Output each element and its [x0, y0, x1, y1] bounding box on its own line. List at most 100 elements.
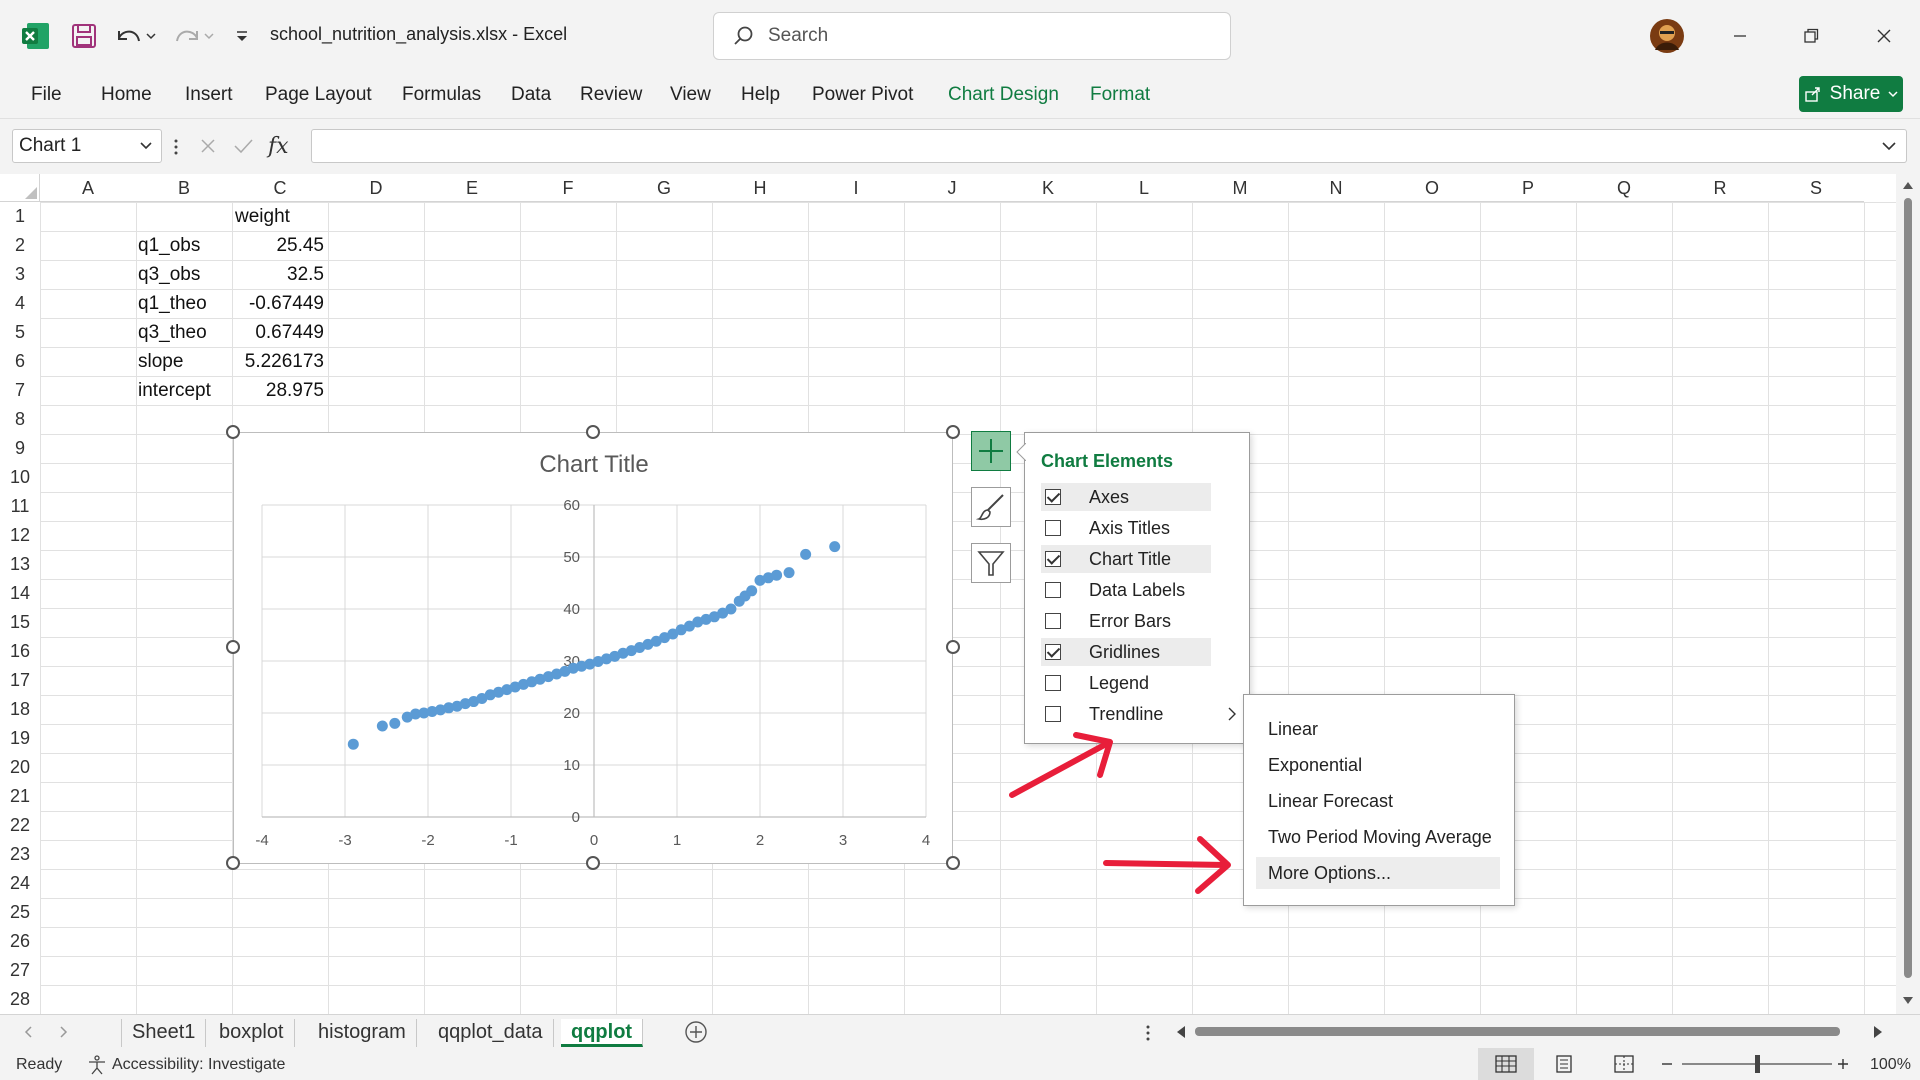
tab-data[interactable]: Data [511, 84, 551, 106]
column-header-Q[interactable]: Q [1576, 174, 1672, 202]
row-header-9[interactable]: 9 [0, 434, 40, 463]
scroll-right-icon[interactable] [1872, 1025, 1884, 1039]
sheet-tab-qqplot-data[interactable]: qqplot_data [428, 1019, 554, 1047]
menu-item-linear[interactable]: Linear [1256, 713, 1500, 745]
cell-B3[interactable]: q3_obs [138, 260, 200, 289]
cell-C1[interactable]: weight [235, 202, 290, 231]
column-header-B[interactable]: B [136, 174, 232, 202]
chart-element-data-labels[interactable]: Data Labels [1041, 576, 1211, 604]
name-box[interactable]: Chart 1 [12, 129, 162, 163]
legend-checkbox[interactable] [1045, 675, 1061, 691]
page-layout-view-icon[interactable] [1553, 1055, 1575, 1073]
column-header-P[interactable]: P [1480, 174, 1576, 202]
zoom-slider[interactable] [1682, 1055, 1832, 1073]
menu-item-more-options[interactable]: More Options... [1256, 857, 1500, 889]
sheet-tab-boxplot[interactable]: boxplot [209, 1019, 295, 1047]
resize-handle-right[interactable] [946, 640, 960, 654]
chevron-down-icon[interactable] [137, 136, 155, 154]
data-point[interactable] [725, 603, 737, 615]
column-header-C[interactable]: C [232, 174, 328, 202]
row-header-25[interactable]: 25 [0, 898, 40, 927]
horizontal-scroll-thumb[interactable] [1195, 1027, 1840, 1036]
row-header-15[interactable]: 15 [0, 608, 40, 637]
row-header-23[interactable]: 23 [0, 840, 40, 869]
column-header-O[interactable]: O [1384, 174, 1480, 202]
row-header-21[interactable]: 21 [0, 782, 40, 811]
save-icon[interactable] [66, 18, 102, 54]
column-header-A[interactable]: A [40, 174, 136, 202]
row-header-19[interactable]: 19 [0, 724, 40, 753]
row-header-27[interactable]: 27 [0, 956, 40, 985]
chart-area[interactable]: Chart Title -4 -3 -2 -1 0 1 2 3 4 0 10 20 30 40 50 60 [233, 432, 953, 864]
more-options-icon[interactable] [172, 137, 184, 157]
chart-filters-button[interactable] [971, 543, 1011, 583]
redo-icon[interactable] [168, 18, 218, 54]
avatar[interactable] [1648, 18, 1686, 54]
chart-elements-button[interactable] [971, 431, 1011, 471]
status-accessibility[interactable]: Accessibility: Investigate [112, 1056, 285, 1074]
column-header-J[interactable]: J [904, 174, 1000, 202]
page-break-preview-icon[interactable] [1613, 1055, 1635, 1073]
column-header-N[interactable]: N [1288, 174, 1384, 202]
vertical-scroll-thumb[interactable] [1904, 198, 1912, 978]
row-header-5[interactable]: 5 [0, 318, 40, 347]
axes-checkbox[interactable] [1045, 489, 1061, 505]
resize-handle-top-left[interactable] [226, 425, 240, 439]
tab-help[interactable]: Help [741, 84, 780, 106]
row-header-3[interactable]: 3 [0, 260, 40, 289]
resize-handle-bottom-right[interactable] [946, 856, 960, 870]
zoom-slider-thumb[interactable] [1755, 1055, 1760, 1073]
accessibility-icon[interactable] [86, 1054, 108, 1076]
column-header-R[interactable]: R [1672, 174, 1768, 202]
tab-chart-design[interactable]: Chart Design [948, 84, 1059, 106]
cell-B5[interactable]: q3_theo [138, 318, 207, 347]
row-header-18[interactable]: 18 [0, 695, 40, 724]
column-header-I[interactable]: I [808, 174, 904, 202]
row-header-1[interactable]: 1 [0, 202, 40, 231]
tab-home[interactable]: Home [101, 84, 152, 106]
scroll-up-icon[interactable] [1902, 180, 1914, 190]
menu-item-exponential[interactable]: Exponential [1256, 749, 1500, 781]
cell-C3[interactable]: 32.5 [232, 260, 324, 289]
row-header-17[interactable]: 17 [0, 666, 40, 695]
chart-element-legend[interactable]: Legend [1041, 669, 1211, 697]
data-labels-checkbox[interactable] [1045, 582, 1061, 598]
row-header-13[interactable]: 13 [0, 550, 40, 579]
row-header-7[interactable]: 7 [0, 376, 40, 405]
resize-handle-top[interactable] [586, 425, 600, 439]
cell-B7[interactable]: intercept [138, 376, 211, 405]
tab-format[interactable]: Format [1090, 84, 1150, 106]
cell-C4[interactable]: -0.67449 [232, 289, 324, 318]
search-box[interactable]: Search [713, 12, 1231, 60]
close-icon[interactable] [1866, 18, 1902, 54]
scroll-tabs-left-icon[interactable] [24, 1026, 34, 1038]
tab-page-layout[interactable]: Page Layout [265, 84, 372, 106]
column-header-F[interactable]: F [520, 174, 616, 202]
normal-view-button[interactable] [1478, 1048, 1534, 1080]
row-header-6[interactable]: 6 [0, 347, 40, 376]
tab-insert[interactable]: Insert [185, 84, 233, 106]
column-header-L[interactable]: L [1096, 174, 1192, 202]
sheet-tab-histogram[interactable]: histogram [308, 1019, 417, 1047]
tab-formulas[interactable]: Formulas [402, 84, 481, 106]
column-header-G[interactable]: G [616, 174, 712, 202]
plot-area[interactable]: -4 -3 -2 -1 0 1 2 3 40102030405060 [234, 433, 954, 865]
select-all-corner[interactable] [0, 174, 40, 202]
data-point[interactable] [389, 717, 401, 729]
row-header-28[interactable]: 28 [0, 985, 40, 1014]
customize-toolbar-icon[interactable] [228, 18, 256, 54]
cell-B4[interactable]: q1_theo [138, 289, 207, 318]
column-header-E[interactable]: E [424, 174, 520, 202]
chart-element-axis-titles[interactable]: Axis Titles [1041, 514, 1211, 542]
row-header-22[interactable]: 22 [0, 811, 40, 840]
data-point[interactable] [376, 720, 388, 732]
cell-C7[interactable]: 28.975 [232, 376, 324, 405]
chart-element-error-bars[interactable]: Error Bars [1041, 607, 1211, 635]
cancel-icon[interactable] [198, 136, 218, 156]
enter-check-icon[interactable] [232, 136, 254, 156]
undo-icon[interactable] [110, 18, 160, 54]
row-header-20[interactable]: 20 [0, 753, 40, 782]
chart-element-axes[interactable]: Axes [1041, 483, 1211, 511]
cell-C6[interactable]: 5.226173 [232, 347, 324, 376]
tab-power-pivot[interactable]: Power Pivot [812, 84, 913, 106]
